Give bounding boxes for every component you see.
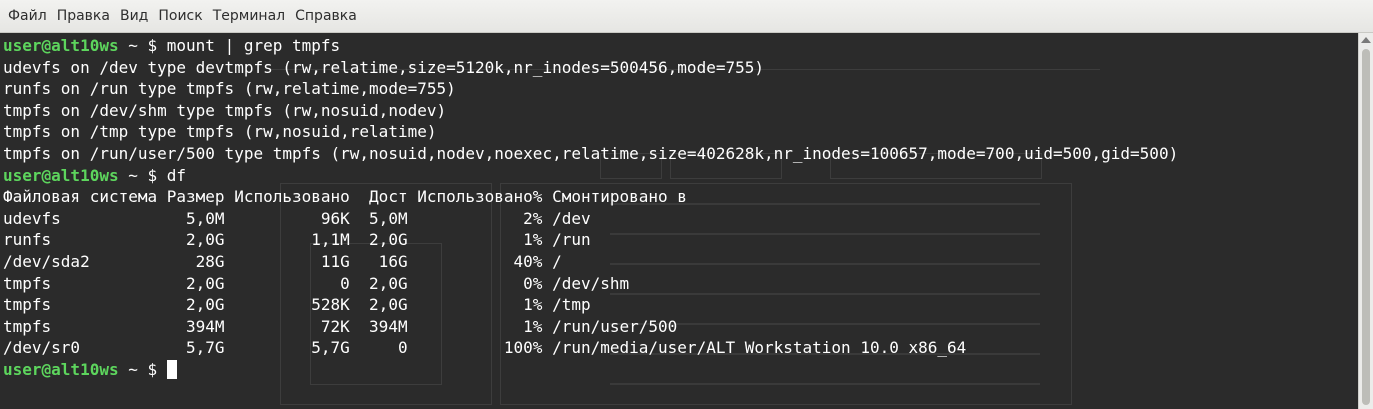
- output-line: tmpfs on /tmp type tmpfs (rw,nosuid,rela…: [3, 122, 437, 142]
- menu-terminal[interactable]: Терминал: [208, 0, 290, 33]
- prompt-symbol: ~ $: [118, 36, 167, 55]
- prompt-line: user@alt10ws ~ $: [3, 359, 1178, 381]
- output-line: tmpfs 2,0G 528K 2,0G 1% /tmp: [3, 295, 591, 315]
- command-text: df: [166, 165, 187, 185]
- output-line: /dev/sda2 28G 11G 16G 40% /: [3, 251, 562, 271]
- output-line: runfs on /run type tmpfs (rw,relatime,mo…: [3, 79, 456, 99]
- menu-bar: Файл Правка Вид Поиск Терминал Справка: [0, 0, 1373, 33]
- text-cursor: [166, 359, 177, 379]
- vertical-scrollbar[interactable]: [1358, 33, 1373, 409]
- prompt-user-host: user@alt10ws: [3, 36, 119, 55]
- command-text: mount | grep tmpfs: [166, 36, 341, 55]
- prompt-symbol: ~ $: [118, 165, 167, 185]
- terminal-area[interactable]: user@alt10ws ~ $ mount | grep tmpfs udevf…: [0, 33, 1358, 409]
- scroll-up-arrow-icon[interactable]: [1361, 37, 1371, 43]
- menu-file[interactable]: Файл: [3, 0, 52, 33]
- output-line: tmpfs on /run/user/500 type tmpfs (rw,no…: [3, 143, 1179, 163]
- output-line: udevfs on /dev type devtmpfs (rw,relatim…: [3, 57, 764, 77]
- output-line: tmpfs 2,0G 0 2,0G 0% /dev/shm: [3, 273, 630, 293]
- output-line: /dev/sr0 5,7G 5,7G 0 100% /run/media/use…: [3, 338, 967, 358]
- menu-edit[interactable]: Правка: [52, 0, 115, 33]
- output-line: tmpfs on /dev/shm type tmpfs (rw,nosuid,…: [3, 100, 447, 120]
- prompt-line: user@alt10ws ~ $ df: [3, 165, 1178, 187]
- prompt-symbol: ~ $: [118, 359, 167, 379]
- terminal-output: user@alt10ws ~ $ mount | grep tmpfs udevf…: [3, 35, 1178, 381]
- output-line: udevfs 5,0M 96K 5,0M 2% /dev: [3, 208, 591, 228]
- scrollbar-thumb[interactable]: [1362, 49, 1370, 405]
- output-line: tmpfs 394M 72K 394M 1% /run/user/500: [3, 316, 678, 336]
- output-line: Файловая система Размер Использовано Дос…: [3, 187, 687, 207]
- menu-view[interactable]: Вид: [115, 0, 153, 33]
- prompt-user-host: user@alt10ws: [3, 165, 119, 185]
- output-line: runfs 2,0G 1,1M 2,0G 1% /run: [3, 230, 591, 250]
- terminal-window: Файл Правка Вид Поиск Терминал Справка u…: [0, 0, 1373, 409]
- prompt-user-host: user@alt10ws: [3, 359, 119, 379]
- menu-help[interactable]: Справка: [290, 0, 362, 33]
- prompt-line: user@alt10ws ~ $ mount | grep tmpfs: [3, 35, 1178, 57]
- menu-search[interactable]: Поиск: [153, 0, 207, 33]
